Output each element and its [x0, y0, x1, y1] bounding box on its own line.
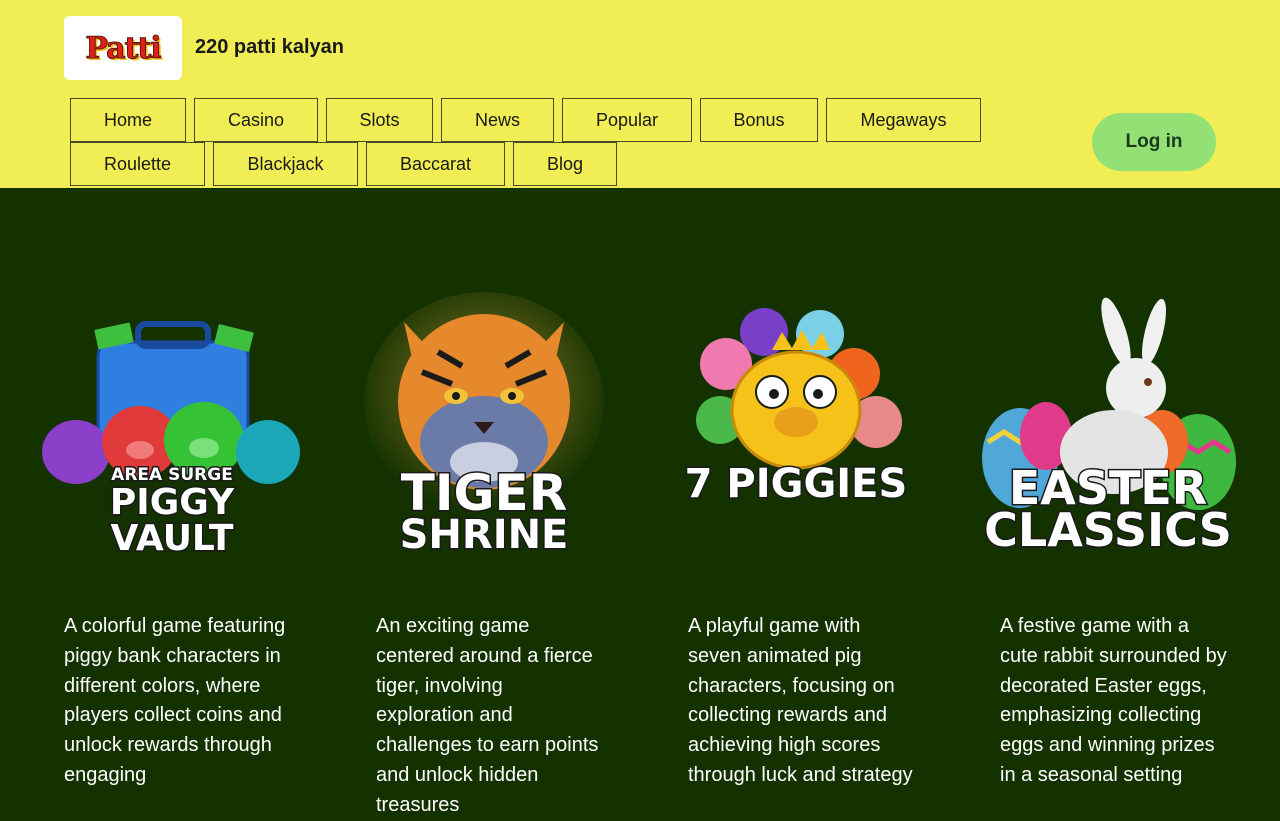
nav-item-home[interactable]: Home	[70, 98, 186, 142]
game-card-image-7-piggies[interactable]: 7 PIGGIES	[664, 292, 928, 564]
game-card-image-piggy-vault[interactable]: AREA SURGE PIGGY VAULT	[40, 292, 304, 564]
game-card-image-easter-classics[interactable]: EASTER CLASSICS	[976, 292, 1240, 564]
game-title-line1: PIGGY	[110, 482, 235, 523]
nav-item-blackjack[interactable]: Blackjack	[213, 142, 358, 186]
game-description-easter-classics: A festive game with a cute rabbit surrou…	[1000, 615, 1227, 786]
game-card-image-tiger-shrine[interactable]: TIGER SHRINE	[352, 292, 616, 564]
nav-item-slots[interactable]: Slots	[326, 98, 433, 142]
tiger-shrine-art: TIGER SHRINE	[364, 292, 604, 560]
game-title-line1: 7 PIGGIES	[685, 461, 908, 507]
site-logo[interactable]: Patti	[64, 16, 182, 80]
nav-item-bonus[interactable]: Bonus	[700, 98, 818, 142]
game-title-line2: CLASSICS	[984, 503, 1232, 557]
game-description-7-piggies: A playful game with seven animated pig c…	[688, 615, 913, 786]
easter-classics-art: EASTER CLASSICS	[982, 297, 1236, 559]
game-description-tiger-shrine: An exciting game centered around a fierc…	[376, 615, 599, 816]
game-description-piggy-vault: A colorful game featuring piggy bank cha…	[64, 615, 286, 786]
login-button[interactable]: Log in	[1092, 113, 1216, 171]
nav-item-megaways[interactable]: Megaways	[826, 98, 981, 142]
nav-item-news[interactable]: News	[441, 98, 554, 142]
site-header: Patti 220 patti kalyan Home Casino Slots…	[0, 0, 1280, 188]
game-title-line2: VAULT	[111, 518, 234, 559]
game-title-line2: SHRINE	[400, 512, 569, 558]
nav-item-baccarat[interactable]: Baccarat	[366, 142, 505, 186]
nav-item-popular[interactable]: Popular	[562, 98, 692, 142]
site-name: 220 patti kalyan	[195, 36, 344, 58]
seven-piggies-art: 7 PIGGIES	[683, 308, 909, 509]
nav-item-roulette[interactable]: Roulette	[70, 142, 205, 186]
nav-item-casino[interactable]: Casino	[194, 98, 318, 142]
logo-text: Patti	[85, 30, 162, 66]
piggy-vault-art: AREA SURGE PIGGY VAULT	[42, 321, 300, 561]
nav-item-blog[interactable]: Blog	[513, 142, 617, 186]
